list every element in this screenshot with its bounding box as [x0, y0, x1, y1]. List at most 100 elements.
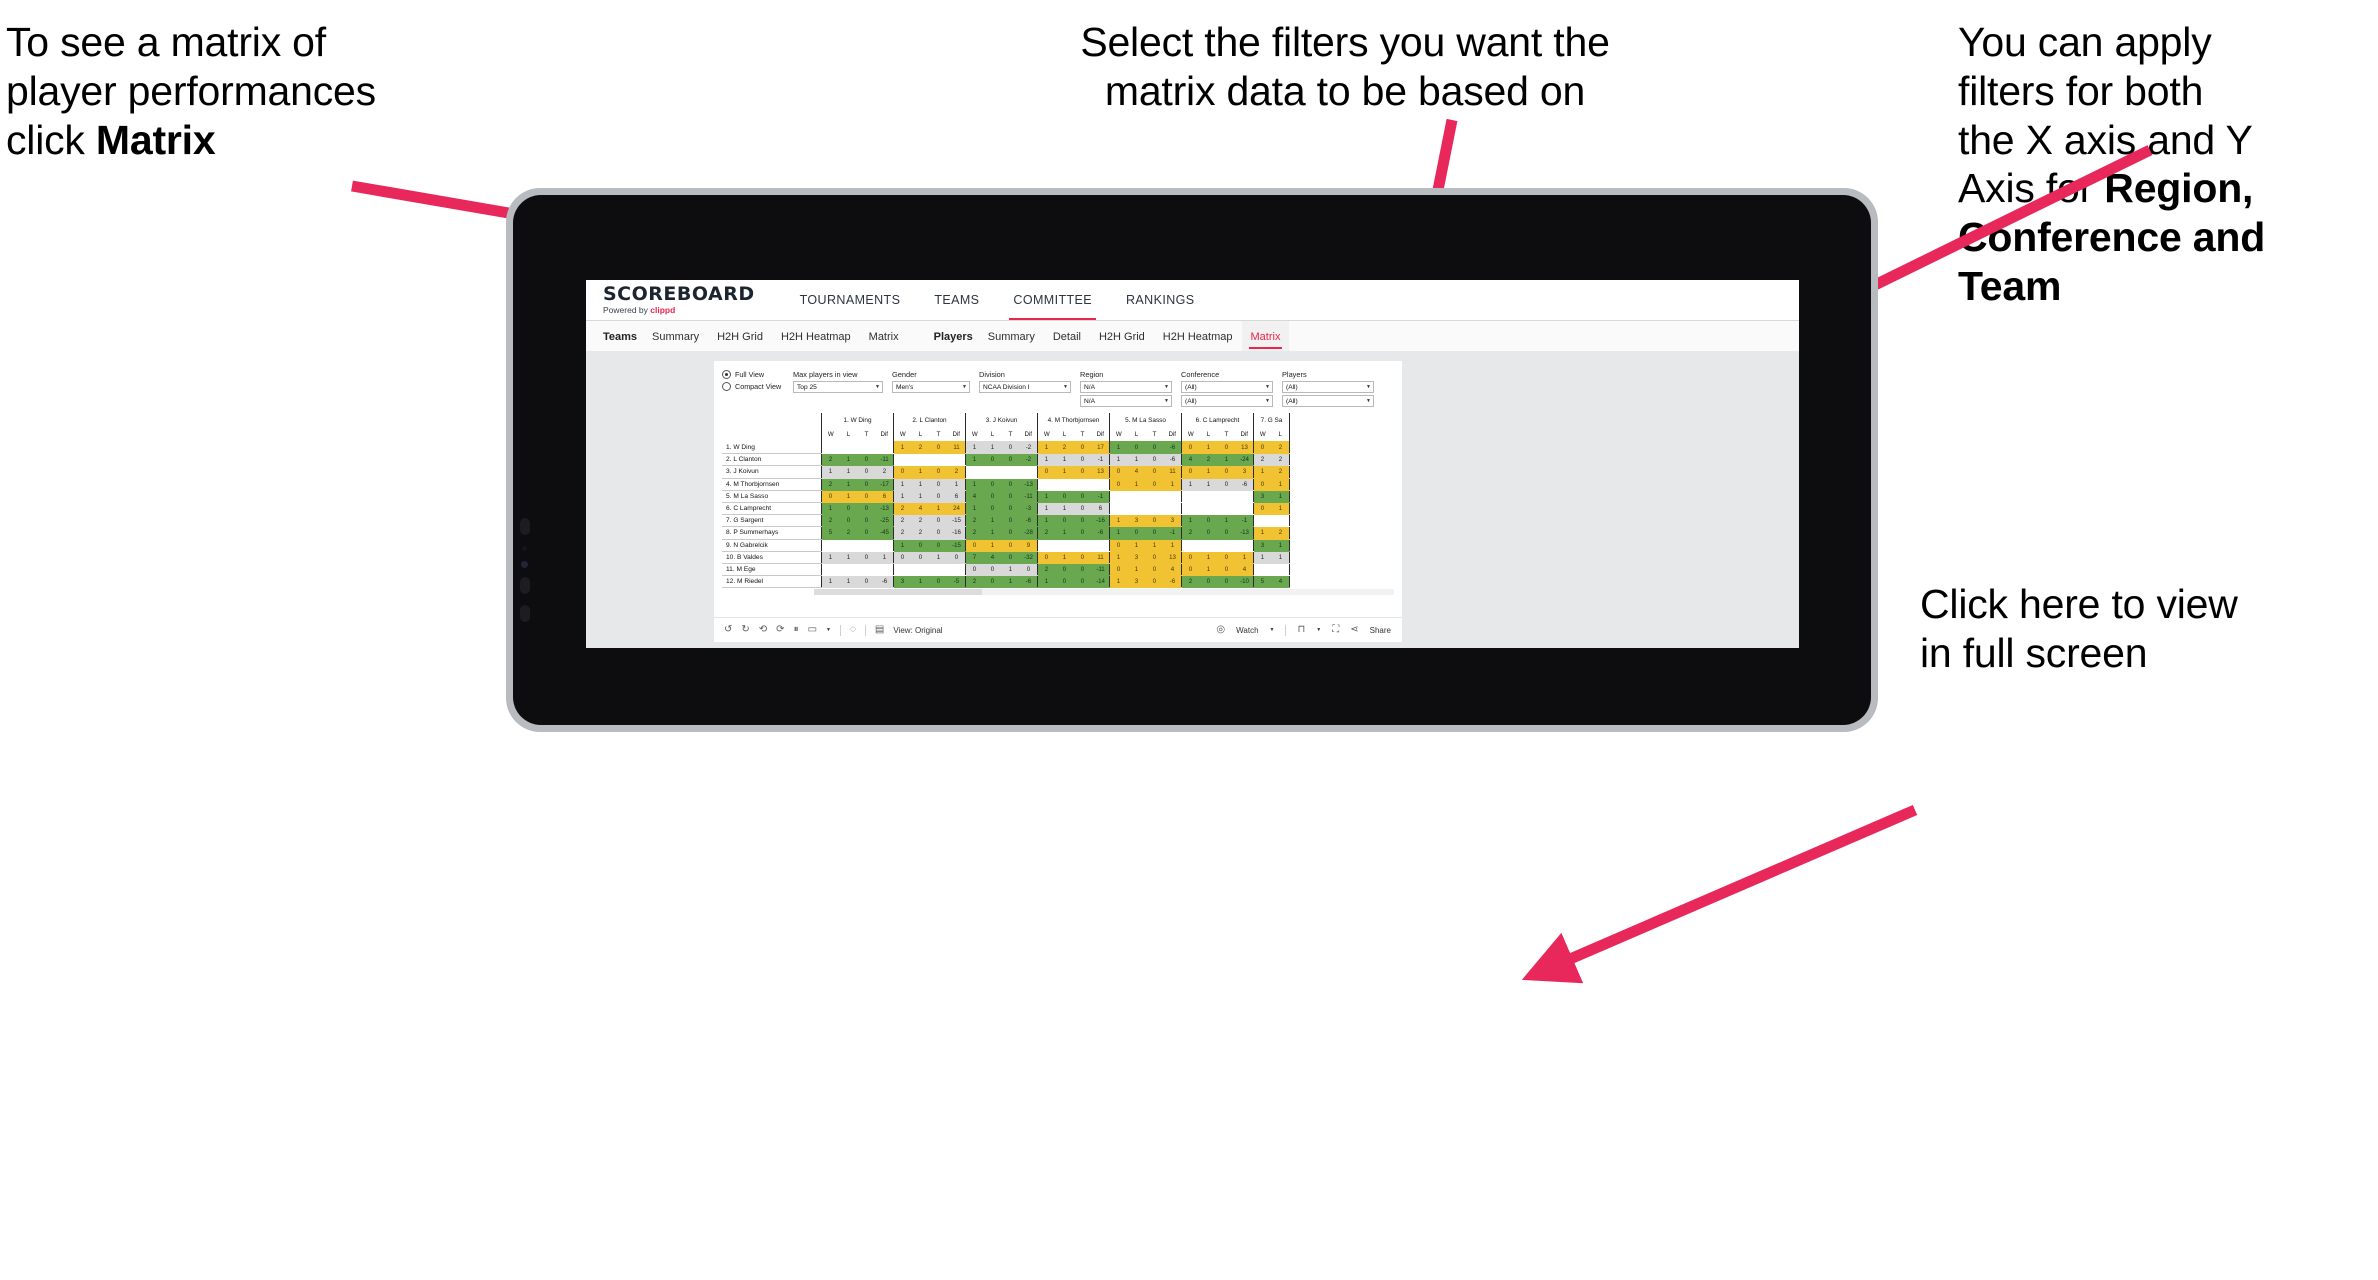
undo-icon[interactable]: ↺: [724, 625, 732, 635]
matrix-cell[interactable]: 1: [1037, 453, 1056, 467]
matrix-cell[interactable]: 1: [1037, 575, 1056, 588]
matrix-cell[interactable]: 1: [965, 501, 984, 516]
matrix-cell[interactable]: 2: [911, 514, 930, 528]
matrix-cell[interactable]: 3: [1235, 465, 1254, 479]
matrix-cell[interactable]: 1: [1127, 562, 1146, 577]
matrix-cell[interactable]: 2: [893, 501, 912, 516]
redo-icon[interactable]: ↻: [741, 625, 749, 635]
matrix-cell[interactable]: -10: [1235, 575, 1254, 588]
matrix-cell[interactable]: 24: [947, 501, 966, 516]
matrix-cell[interactable]: 1: [1109, 453, 1128, 467]
matrix-cell[interactable]: 2: [1271, 453, 1290, 467]
matrix-cell[interactable]: 1: [821, 575, 840, 588]
matrix-cell[interactable]: 0: [1145, 440, 1164, 455]
matrix-cell[interactable]: 1: [1199, 550, 1218, 564]
matrix-cell[interactable]: [821, 440, 840, 455]
matrix-cell[interactable]: 1: [1235, 550, 1254, 564]
matrix-cell[interactable]: 11: [947, 440, 966, 455]
matrix-cell[interactable]: 1: [893, 489, 912, 503]
matrix-cell[interactable]: -2: [1019, 453, 1038, 467]
matrix-cell[interactable]: [821, 562, 840, 577]
matrix-cell[interactable]: 1: [1145, 538, 1164, 552]
refresh-icon[interactable]: ⟳: [776, 625, 784, 635]
matrix-cell[interactable]: [1163, 489, 1182, 503]
matrix-cell[interactable]: 0: [1001, 453, 1020, 467]
matrix-cell[interactable]: -6: [1019, 514, 1038, 528]
matrix-scroll-area[interactable]: 1. W Ding 2. L Clanton 3. J Koivun 4. M Tho…: [722, 413, 1394, 588]
matrix-cell[interactable]: 0: [857, 501, 876, 516]
view-icon[interactable]: ▤: [875, 625, 884, 635]
matrix-cell[interactable]: -1: [1091, 489, 1110, 503]
matrix-cell[interactable]: 1: [1037, 501, 1056, 516]
matrix-cell[interactable]: 0: [1253, 477, 1272, 491]
matrix-cell[interactable]: [1217, 501, 1236, 516]
matrix-cell[interactable]: 0: [1019, 562, 1038, 577]
matrix-cell[interactable]: 0: [1127, 526, 1146, 540]
matrix-cell[interactable]: 0: [1181, 440, 1200, 455]
select-players-y[interactable]: (All) ▼: [1282, 395, 1374, 407]
matrix-cell[interactable]: [1145, 501, 1164, 516]
matrix-cell[interactable]: 0: [1181, 550, 1200, 564]
matrix-cell[interactable]: [1109, 489, 1128, 503]
matrix-cell[interactable]: 0: [1055, 489, 1074, 503]
matrix-cell[interactable]: 1: [839, 453, 858, 467]
matrix-cell[interactable]: 1: [1271, 477, 1290, 491]
matrix-cell[interactable]: 0: [1055, 514, 1074, 528]
matrix-cell[interactable]: 2: [965, 514, 984, 528]
matrix-cell[interactable]: -45: [875, 526, 894, 540]
export-icon[interactable]: ▭: [808, 625, 817, 635]
matrix-cell[interactable]: 0: [1199, 575, 1218, 588]
tab-teams-summary[interactable]: Summary: [643, 321, 708, 352]
matrix-cell[interactable]: 1: [1055, 465, 1074, 479]
matrix-cell[interactable]: 0: [1073, 501, 1092, 516]
tab-players-matrix[interactable]: Matrix: [1241, 321, 1290, 352]
matrix-cell[interactable]: 0: [1145, 550, 1164, 564]
matrix-cell[interactable]: 0: [929, 465, 948, 479]
matrix-cell[interactable]: 0: [1145, 465, 1164, 479]
matrix-cell[interactable]: [1055, 477, 1074, 491]
matrix-cell[interactable]: [1181, 489, 1200, 503]
matrix-cell[interactable]: 13: [1235, 440, 1254, 455]
matrix-cell[interactable]: -6: [1019, 575, 1038, 588]
matrix-cell[interactable]: 1: [1001, 575, 1020, 588]
tab-players-detail[interactable]: Detail: [1044, 321, 1090, 352]
matrix-cell[interactable]: 0: [983, 501, 1002, 516]
matrix-cell[interactable]: [1199, 501, 1218, 516]
matrix-cell[interactable]: 4: [965, 489, 984, 503]
matrix-cell[interactable]: 0: [839, 514, 858, 528]
matrix-cell[interactable]: 1: [1163, 538, 1182, 552]
highlight-icon[interactable]: ◌: [850, 625, 856, 635]
matrix-cell[interactable]: 1: [1199, 465, 1218, 479]
matrix-cell[interactable]: [1091, 477, 1110, 491]
matrix-cell[interactable]: 1: [1199, 477, 1218, 491]
matrix-cell[interactable]: 4: [1181, 453, 1200, 467]
matrix-cell[interactable]: -3: [1019, 501, 1038, 516]
matrix-cell[interactable]: 0: [857, 526, 876, 540]
matrix-cell[interactable]: 1: [1271, 489, 1290, 503]
matrix-cell[interactable]: 11: [1163, 465, 1182, 479]
matrix-cell[interactable]: -13: [1235, 526, 1254, 540]
tablet-button[interactable]: [520, 577, 530, 594]
matrix-cell[interactable]: 0: [1109, 477, 1128, 491]
matrix-cell[interactable]: [911, 562, 930, 577]
matrix-cell[interactable]: 1: [983, 440, 1002, 455]
matrix-cell[interactable]: 1: [839, 477, 858, 491]
matrix-cell[interactable]: 1: [821, 501, 840, 516]
matrix-cell[interactable]: 3: [893, 575, 912, 588]
matrix-cell[interactable]: 1: [839, 465, 858, 479]
matrix-cell[interactable]: 0: [947, 550, 966, 564]
matrix-cell[interactable]: 1: [1037, 514, 1056, 528]
matrix-cell[interactable]: [1181, 501, 1200, 516]
matrix-cell[interactable]: 1: [1271, 538, 1290, 552]
matrix-cell[interactable]: [1127, 501, 1146, 516]
tab-teams-h2h-grid[interactable]: H2H Grid: [708, 321, 772, 352]
matrix-cell[interactable]: -6: [1163, 440, 1182, 455]
matrix-cell[interactable]: 3: [1253, 489, 1272, 503]
watch-button[interactable]: Watch: [1236, 626, 1258, 635]
select-conference-y[interactable]: (All) ▼: [1181, 395, 1273, 407]
matrix-cell[interactable]: 0: [1109, 562, 1128, 577]
matrix-cell[interactable]: [947, 562, 966, 577]
matrix-cell[interactable]: 0: [929, 575, 948, 588]
select-region-x[interactable]: N/A ▼: [1080, 381, 1172, 393]
matrix-cell[interactable]: 2: [911, 526, 930, 540]
